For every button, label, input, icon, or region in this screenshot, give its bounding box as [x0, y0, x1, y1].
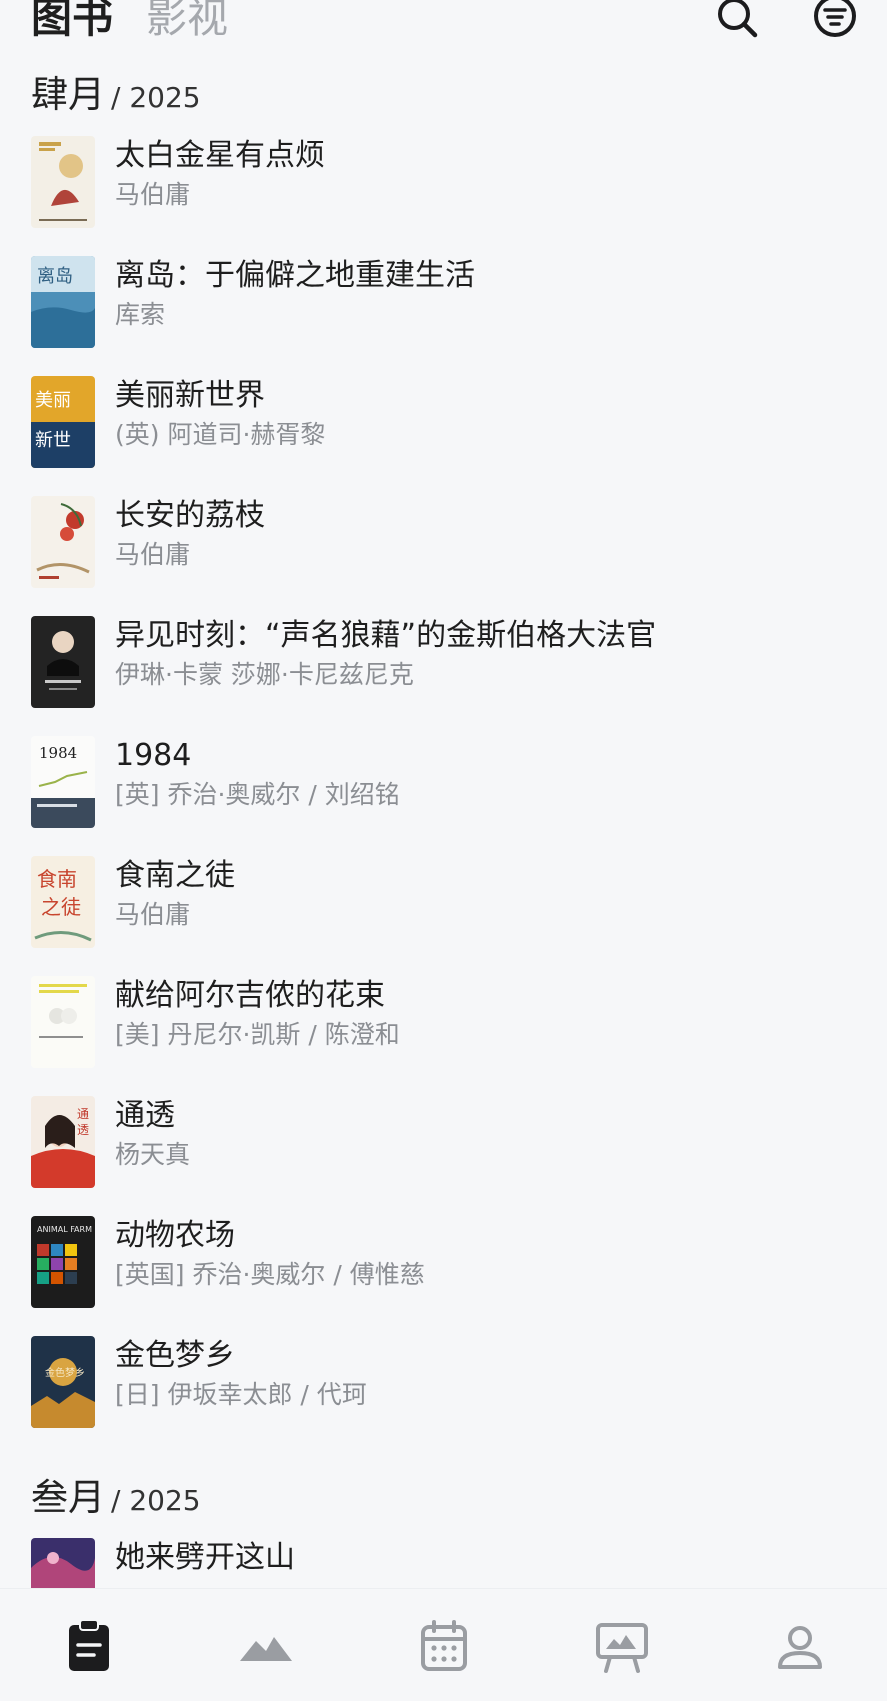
section-header-april: 肆月/ 2025 [31, 70, 201, 120]
svg-text:离岛: 离岛 [37, 266, 73, 287]
filter-button[interactable] [810, 0, 860, 44]
book-title: 食南之徒 [115, 858, 235, 893]
book-item[interactable]: 离岛 离岛：于偏僻之地重建生活 库索 [0, 252, 887, 356]
section-header-march: 叁月/ 2025 [31, 1473, 201, 1523]
svg-text:之徒: 之徒 [41, 895, 81, 919]
book-list-page: 图书 影视 肆月/ 2025 太白金星有点烦 马伯庸 离岛 离岛：于偏僻之地重建… [0, 0, 887, 1701]
mountain-icon [240, 1637, 292, 1661]
book-title: 美丽新世界 [115, 378, 265, 413]
book-cover [31, 976, 95, 1068]
svg-text:ANIMAL FARM: ANIMAL FARM [37, 1225, 92, 1234]
book-cover [31, 136, 95, 228]
nav-showcase[interactable] [592, 1617, 652, 1677]
book-author: (英) 阿道司·赫胥黎 [115, 420, 326, 449]
book-cover: 1984 [31, 736, 95, 828]
book-author: 马伯庸 [115, 540, 191, 569]
search-icon [718, 0, 758, 38]
book-title: 1984 [115, 738, 192, 773]
section-month: 叁月 [31, 1476, 105, 1519]
book-item[interactable]: 金色梦乡 金色梦乡 [日] 伊坂幸太郎 / 代珂 [0, 1332, 887, 1436]
tab-books[interactable]: 图书 [31, 0, 113, 46]
book-author: [英国] 乔治·奥威尔 / 傅惟慈 [115, 1260, 425, 1289]
book-cover [31, 1538, 95, 1588]
book-title: 通透 [115, 1098, 175, 1133]
svg-text:1984: 1984 [39, 744, 77, 762]
clipboard-icon [69, 1619, 109, 1671]
svg-text:透: 透 [77, 1123, 89, 1137]
svg-text:美丽: 美丽 [35, 390, 71, 411]
book-author: 库索 [115, 300, 166, 329]
book-author: 杨天真 [115, 1140, 191, 1169]
book-author: [日] 伊坂幸太郎 / 代珂 [115, 1380, 367, 1409]
top-header: 图书 影视 [0, 0, 887, 62]
billboard-icon [596, 1623, 648, 1673]
book-author: 伊琳·卡蒙 莎娜·卡尼兹尼克 [115, 660, 414, 689]
tab-films[interactable]: 影视 [146, 0, 228, 46]
book-title: 金色梦乡 [115, 1338, 235, 1373]
book-item[interactable]: 通 透 通透 杨天真 [0, 1092, 887, 1196]
book-item[interactable]: 1984 1984 [英] 乔治·奥威尔 / 刘绍铭 [0, 732, 887, 836]
book-cover: 美丽 新世 [31, 376, 95, 468]
nav-profile[interactable] [770, 1617, 830, 1677]
filter-icon [814, 0, 856, 37]
book-title: 她来劈开这山 [115, 1540, 295, 1575]
book-author: [英] 乔治·奥威尔 / 刘绍铭 [115, 780, 400, 809]
book-item[interactable]: 她来劈开这山 [0, 1534, 887, 1588]
svg-text:通: 通 [77, 1107, 89, 1121]
nav-calendar[interactable] [414, 1617, 474, 1677]
book-item[interactable]: 美丽 新世 美丽新世界 (英) 阿道司·赫胥黎 [0, 372, 887, 476]
book-title: 动物农场 [115, 1218, 235, 1253]
section-year: / 2025 [111, 81, 201, 114]
book-cover: 食南 之徒 [31, 856, 95, 948]
book-cover: ANIMAL FARM [31, 1216, 95, 1308]
book-item[interactable]: 异见时刻：“声名狼藉”的金斯伯格大法官 伊琳·卡蒙 莎娜·卡尼兹尼克 [0, 612, 887, 716]
svg-text:食南: 食南 [37, 867, 77, 891]
profile-icon [778, 1626, 822, 1669]
book-title: 异见时刻：“声名狼藉”的金斯伯格大法官 [115, 618, 657, 653]
book-title: 献给阿尔吉侬的花束 [115, 978, 385, 1013]
book-title: 离岛：于偏僻之地重建生活 [115, 258, 475, 293]
bottom-navigation [0, 1588, 887, 1701]
book-cover [31, 616, 95, 708]
svg-text:金色梦乡: 金色梦乡 [45, 1366, 85, 1379]
book-title: 长安的荔枝 [115, 498, 265, 533]
book-item[interactable]: 献给阿尔吉侬的花束 [美] 丹尼尔·凯斯 / 陈澄和 [0, 972, 887, 1076]
book-cover: 金色梦乡 [31, 1336, 95, 1428]
book-author: 马伯庸 [115, 900, 191, 929]
book-cover: 通 透 [31, 1096, 95, 1188]
svg-text:新世: 新世 [35, 430, 71, 451]
section-year: / 2025 [111, 1484, 201, 1517]
book-author: 马伯庸 [115, 180, 191, 209]
book-item[interactable]: 太白金星有点烦 马伯庸 [0, 132, 887, 236]
nav-books[interactable] [59, 1617, 119, 1677]
nav-discover[interactable] [236, 1617, 296, 1677]
book-title: 太白金星有点烦 [115, 138, 325, 173]
book-item[interactable]: ANIMAL FARM 动物农场 [英国] 乔治·奥威尔 / 傅惟慈 [0, 1212, 887, 1316]
search-button[interactable] [713, 0, 763, 44]
book-item[interactable]: 长安的荔枝 马伯庸 [0, 492, 887, 596]
book-item[interactable]: 食南 之徒 食南之徒 马伯庸 [0, 852, 887, 956]
book-cover: 离岛 [31, 256, 95, 348]
book-cover [31, 496, 95, 588]
section-month: 肆月 [31, 73, 105, 116]
book-author: [美] 丹尼尔·凯斯 / 陈澄和 [115, 1020, 400, 1049]
calendar-icon [421, 1620, 467, 1671]
